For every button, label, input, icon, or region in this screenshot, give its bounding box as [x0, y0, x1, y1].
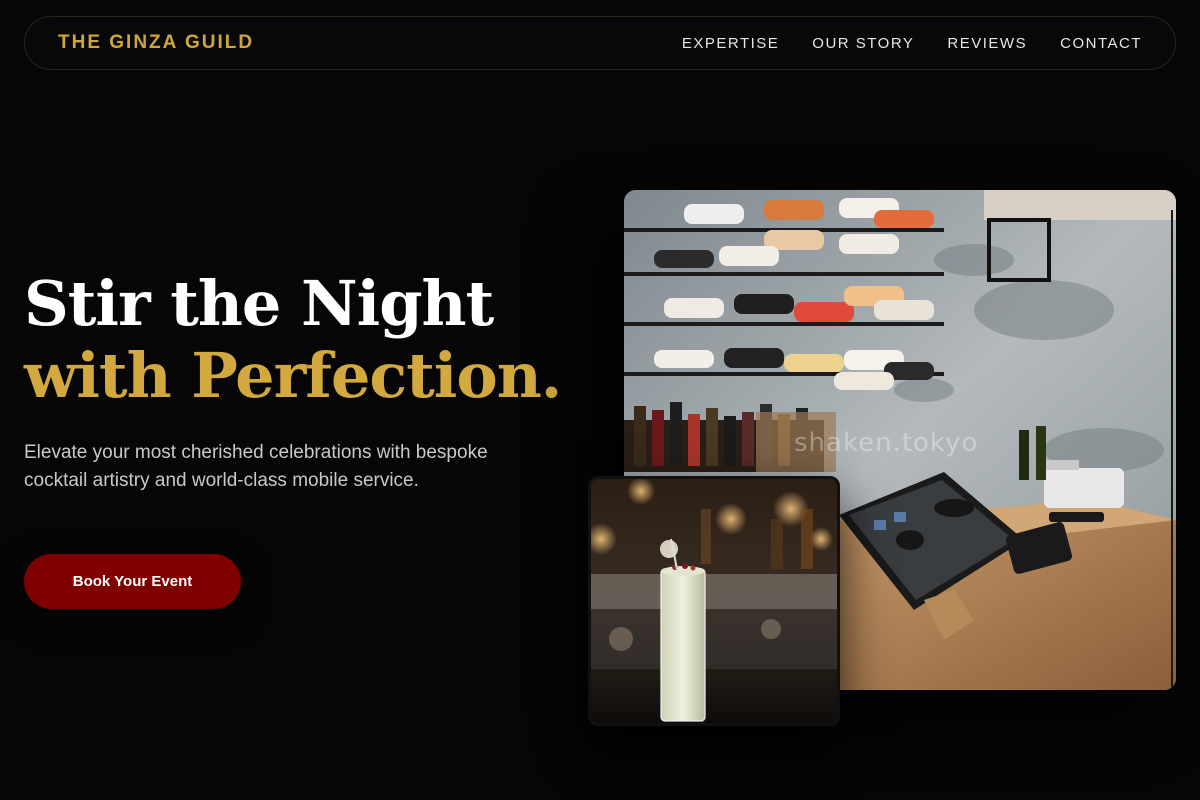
- hero-subtitle: Elevate your most cherished celebrations…: [24, 442, 488, 491]
- cocktail-illustration: [591, 479, 837, 723]
- nav-link-our-story[interactable]: OUR STORY: [812, 35, 914, 52]
- image-watermark: shaken.tokyo: [794, 428, 979, 458]
- brand-logo[interactable]: THE GINZA GUILD: [58, 32, 254, 54]
- nav-link-contact[interactable]: CONTACT: [1060, 35, 1142, 52]
- nav-link-expertise[interactable]: EXPERTISE: [682, 35, 779, 52]
- hero-title-line-1: Stir the Night: [24, 267, 494, 340]
- cocktail-image: [588, 476, 840, 726]
- book-event-button[interactable]: Book Your Event: [24, 554, 241, 609]
- nav-link-reviews[interactable]: REVIEWS: [947, 35, 1027, 52]
- top-navigation: THE GINZA GUILD EXPERTISE OUR STORY REVI…: [24, 16, 1176, 70]
- hero-title-line-2: with Perfection.: [24, 339, 562, 412]
- nav-menu: EXPERTISE OUR STORY REVIEWS CONTACT: [682, 35, 1142, 52]
- hero-headline: Stir the Night with Perfection.: [24, 267, 562, 412]
